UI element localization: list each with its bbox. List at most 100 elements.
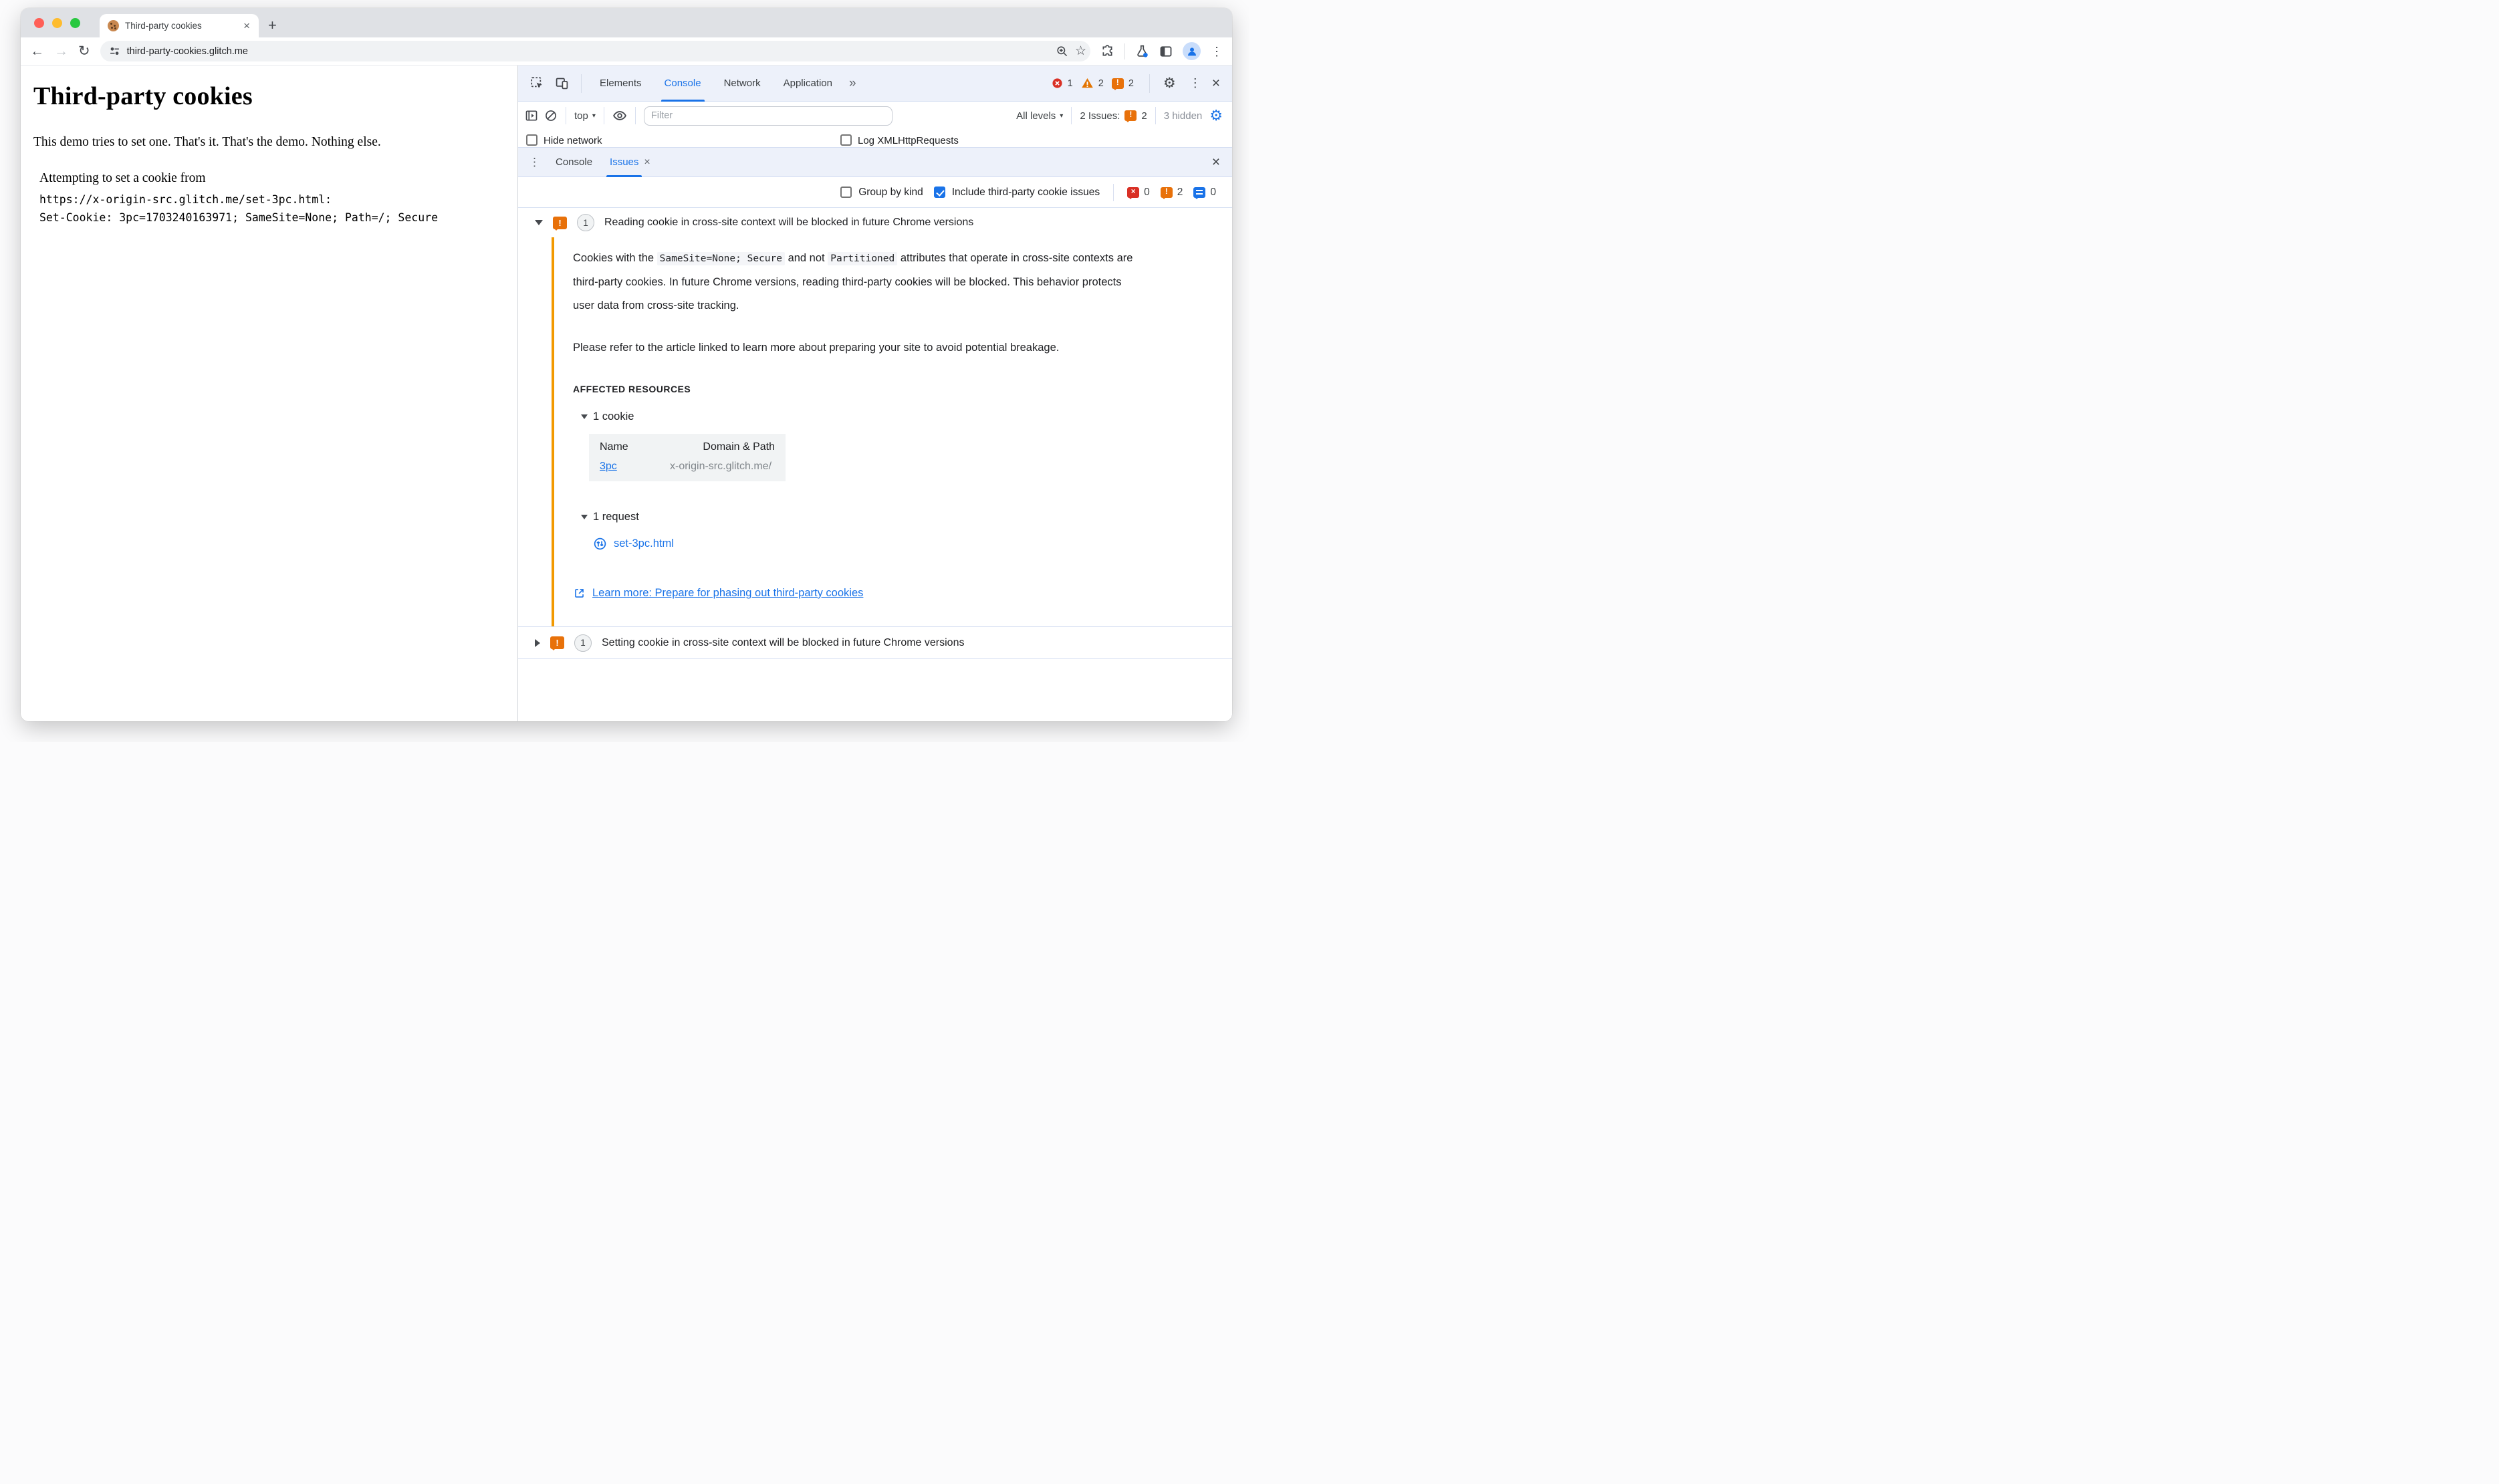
tabbar-divider <box>1149 74 1150 93</box>
drawer-tab-issues[interactable]: Issues × <box>601 147 659 177</box>
browser-menu-icon[interactable]: ⋮ <box>1211 45 1223 57</box>
live-expression-eye-icon[interactable] <box>612 108 627 123</box>
clear-console-icon[interactable] <box>544 109 558 122</box>
issues-toolbar-divider <box>1113 183 1114 201</box>
minimize-window-button[interactable] <box>52 18 62 28</box>
cookie-group-toggle[interactable]: 1 cookie <box>581 410 1205 423</box>
set-cookie-header: Set-Cookie: 3pc=1703240163971; SameSite=… <box>39 211 439 224</box>
request-group-toggle[interactable]: 1 request <box>581 511 1205 523</box>
warning-badge-icon <box>1081 77 1094 90</box>
drawer-header: ⋮ Console Issues × × <box>518 147 1232 177</box>
console-sidebar-toggle-icon[interactable] <box>525 109 538 122</box>
log-xhr-checkbox[interactable]: Log XMLHttpRequests <box>840 134 1155 146</box>
devtools-panel: Elements Console Network Application » 1 <box>517 66 1232 721</box>
cookie-favicon-icon <box>108 20 119 31</box>
collapse-triangle-icon[interactable] <box>581 515 588 519</box>
error-bubble-icon: × <box>1127 187 1140 199</box>
window-content: Third-party cookies This demo tries to s… <box>21 66 1232 721</box>
issues-panel: Group by kind Include third-party cookie… <box>518 177 1232 721</box>
drawer-menu-icon[interactable]: ⋮ <box>522 156 547 169</box>
page-title: Third-party cookies <box>33 82 253 110</box>
more-tabs-icon[interactable]: » <box>845 76 860 91</box>
cookie-source-url: https://x-origin-src.glitch.me/set-3pc.h… <box>39 193 332 206</box>
issue1-header[interactable]: ! 1 Reading cookie in cross-site context… <box>518 208 1232 237</box>
inspect-element-icon[interactable] <box>526 76 548 90</box>
maximize-window-button[interactable] <box>70 18 80 28</box>
window-controls <box>34 18 80 28</box>
expand-triangle-icon[interactable] <box>535 638 540 647</box>
site-settings-icon[interactable] <box>109 45 120 57</box>
extensions-icon[interactable] <box>1100 44 1114 58</box>
issues-counter-link[interactable]: 2 Issues: ! 2 <box>1080 110 1147 122</box>
collapse-triangle-icon[interactable] <box>581 414 588 419</box>
close-issues-tab-icon[interactable]: × <box>644 156 650 168</box>
browser-tab[interactable]: Third-party cookies × <box>100 14 259 37</box>
forward-icon[interactable]: → <box>54 44 68 58</box>
chevron-down-icon: ▾ <box>1060 112 1064 120</box>
back-icon[interactable]: ← <box>30 44 44 58</box>
column-header-domain: Domain & Path <box>703 441 775 453</box>
issue-advice: Please refer to the article linked to le… <box>573 342 1060 354</box>
column-header-name: Name <box>600 441 628 453</box>
issue-item-collapsed[interactable]: ! 1 Setting cookie in cross-site context… <box>518 627 1232 659</box>
address-bar[interactable]: third-party-cookies.glitch.me ☆ <box>100 41 1090 61</box>
affected-resources-label: Affected resources <box>573 384 691 394</box>
drawer-close-icon[interactable]: × <box>1208 154 1224 170</box>
external-link-icon <box>573 587 586 600</box>
issue-item-expanded: ! 1 Reading cookie in cross-site context… <box>518 208 1232 627</box>
tab-application[interactable]: Application <box>774 66 842 102</box>
hide-network-checkbox[interactable]: Hide network <box>526 134 840 146</box>
console-toolbar: top ▾ All levels ▾ <box>518 102 1232 130</box>
tab-elements[interactable]: Elements <box>590 66 652 102</box>
new-tab-button[interactable]: + <box>268 18 277 33</box>
group-by-kind-checkbox[interactable]: Group by kind <box>840 187 923 199</box>
tab-console[interactable]: Console <box>654 66 711 102</box>
learn-more-link[interactable]: Learn more: Prepare for phasing out thir… <box>592 587 863 600</box>
issues-count: 2 <box>1128 78 1134 89</box>
include-third-party-checkbox[interactable]: Include third-party cookie issues <box>933 187 1100 199</box>
browser-toolbar: ← → ↻ third-party-cookies.glitch.me ☆ ⋮ <box>21 37 1232 66</box>
tab-strip: Third-party cookies × + <box>21 8 1232 37</box>
devtools-status-badges: 1 2 ! 2 <box>1052 77 1137 90</box>
drawer-tab-console[interactable]: Console <box>547 147 601 177</box>
filter-input[interactable] <box>643 106 892 126</box>
devtools-menu-icon[interactable]: ⋮ <box>1184 76 1207 90</box>
checkbox-unchecked-icon[interactable] <box>840 187 852 198</box>
tabbar-divider <box>581 74 582 93</box>
checkbox-checked-icon[interactable] <box>933 187 945 198</box>
console-settings-row: Hide network Log XMLHttpRequests <box>518 130 1232 147</box>
issue-kind-icon: ! <box>553 216 567 231</box>
cookie-domain-path: x-origin-src.glitch.me/ <box>670 461 772 472</box>
log-level-selector[interactable]: All levels ▾ <box>1016 110 1063 122</box>
web-page: Third-party cookies This demo tries to s… <box>21 66 517 721</box>
devtools-settings-icon[interactable]: ⚙ <box>1158 75 1181 92</box>
issues-badge-icon: ! <box>1124 110 1137 122</box>
chevron-down-icon: ▾ <box>592 112 596 120</box>
device-toolbar-icon[interactable] <box>551 76 573 90</box>
checkbox-unchecked-icon[interactable] <box>526 134 538 146</box>
reload-icon[interactable]: ↻ <box>78 44 90 58</box>
side-panel-icon[interactable] <box>1159 45 1173 58</box>
console-settings-icon[interactable]: ⚙ <box>1208 107 1224 124</box>
request-row: set-3pc.html <box>593 537 1205 551</box>
request-file-link[interactable]: set-3pc.html <box>614 537 674 550</box>
tab-network[interactable]: Network <box>714 66 771 102</box>
profile-avatar[interactable] <box>1183 42 1201 60</box>
hidden-messages-link[interactable]: 3 hidden <box>1164 110 1203 122</box>
network-request-icon <box>593 537 607 551</box>
issues-toolbar: Group by kind Include third-party cookie… <box>518 177 1232 208</box>
tab-close-icon[interactable]: × <box>241 19 252 32</box>
context-selector[interactable]: top ▾ <box>574 110 596 122</box>
experiments-flask-icon[interactable] <box>1135 44 1149 58</box>
checkbox-unchecked-icon[interactable] <box>840 134 852 146</box>
url-text[interactable]: third-party-cookies.glitch.me <box>127 46 1049 57</box>
cookie-name-link[interactable]: 3pc <box>600 461 617 472</box>
issue-kind-icon: ! <box>550 636 564 650</box>
devtools-close-icon[interactable]: × <box>1209 76 1225 92</box>
close-window-button[interactable] <box>34 18 44 28</box>
zoom-icon[interactable] <box>1056 45 1068 57</box>
bookmark-star-icon[interactable]: ☆ <box>1075 43 1086 59</box>
screenshot: Third-party cookies × + ← → ↻ third-part… <box>0 0 1250 742</box>
code-chip: SameSite=None; Secure <box>657 252 785 265</box>
collapse-triangle-icon[interactable] <box>535 220 543 225</box>
